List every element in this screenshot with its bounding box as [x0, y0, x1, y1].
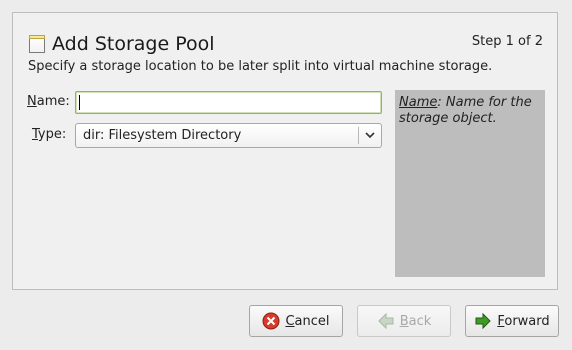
help-text: Name: Name for the storage object.	[399, 95, 532, 126]
text-caret	[79, 95, 80, 110]
page-title: Add Storage Pool	[52, 33, 215, 55]
chevron-down-icon	[365, 132, 375, 139]
cancel-label: Cancel	[285, 313, 330, 329]
type-combobox-value: dir: Filesystem Directory	[83, 128, 242, 143]
back-label: Back	[399, 313, 432, 329]
step-indicator: Step 1 of 2	[471, 34, 543, 49]
back-arrow-icon	[377, 312, 394, 330]
page-subtitle: Specify a storage location to be later s…	[28, 59, 493, 74]
forward-button[interactable]: Forward	[465, 305, 559, 337]
dialog-content-panel: Add Storage Pool Step 1 of 2 Specify a s…	[12, 12, 558, 290]
title-row: Add Storage Pool	[29, 33, 215, 55]
type-combobox[interactable]: dir: Filesystem Directory	[75, 123, 382, 148]
forward-arrow-icon	[475, 312, 492, 330]
name-label: Name:	[27, 94, 70, 109]
name-input[interactable]	[75, 91, 382, 114]
combobox-separator	[358, 127, 359, 144]
forward-label: Forward	[497, 313, 550, 329]
back-button[interactable]: Back	[357, 305, 451, 337]
type-label: Type:	[32, 127, 67, 142]
storage-pool-icon	[29, 35, 45, 53]
help-panel: Name: Name for the storage object.	[395, 90, 545, 277]
cancel-button[interactable]: Cancel	[249, 305, 343, 337]
cancel-icon	[262, 312, 280, 330]
